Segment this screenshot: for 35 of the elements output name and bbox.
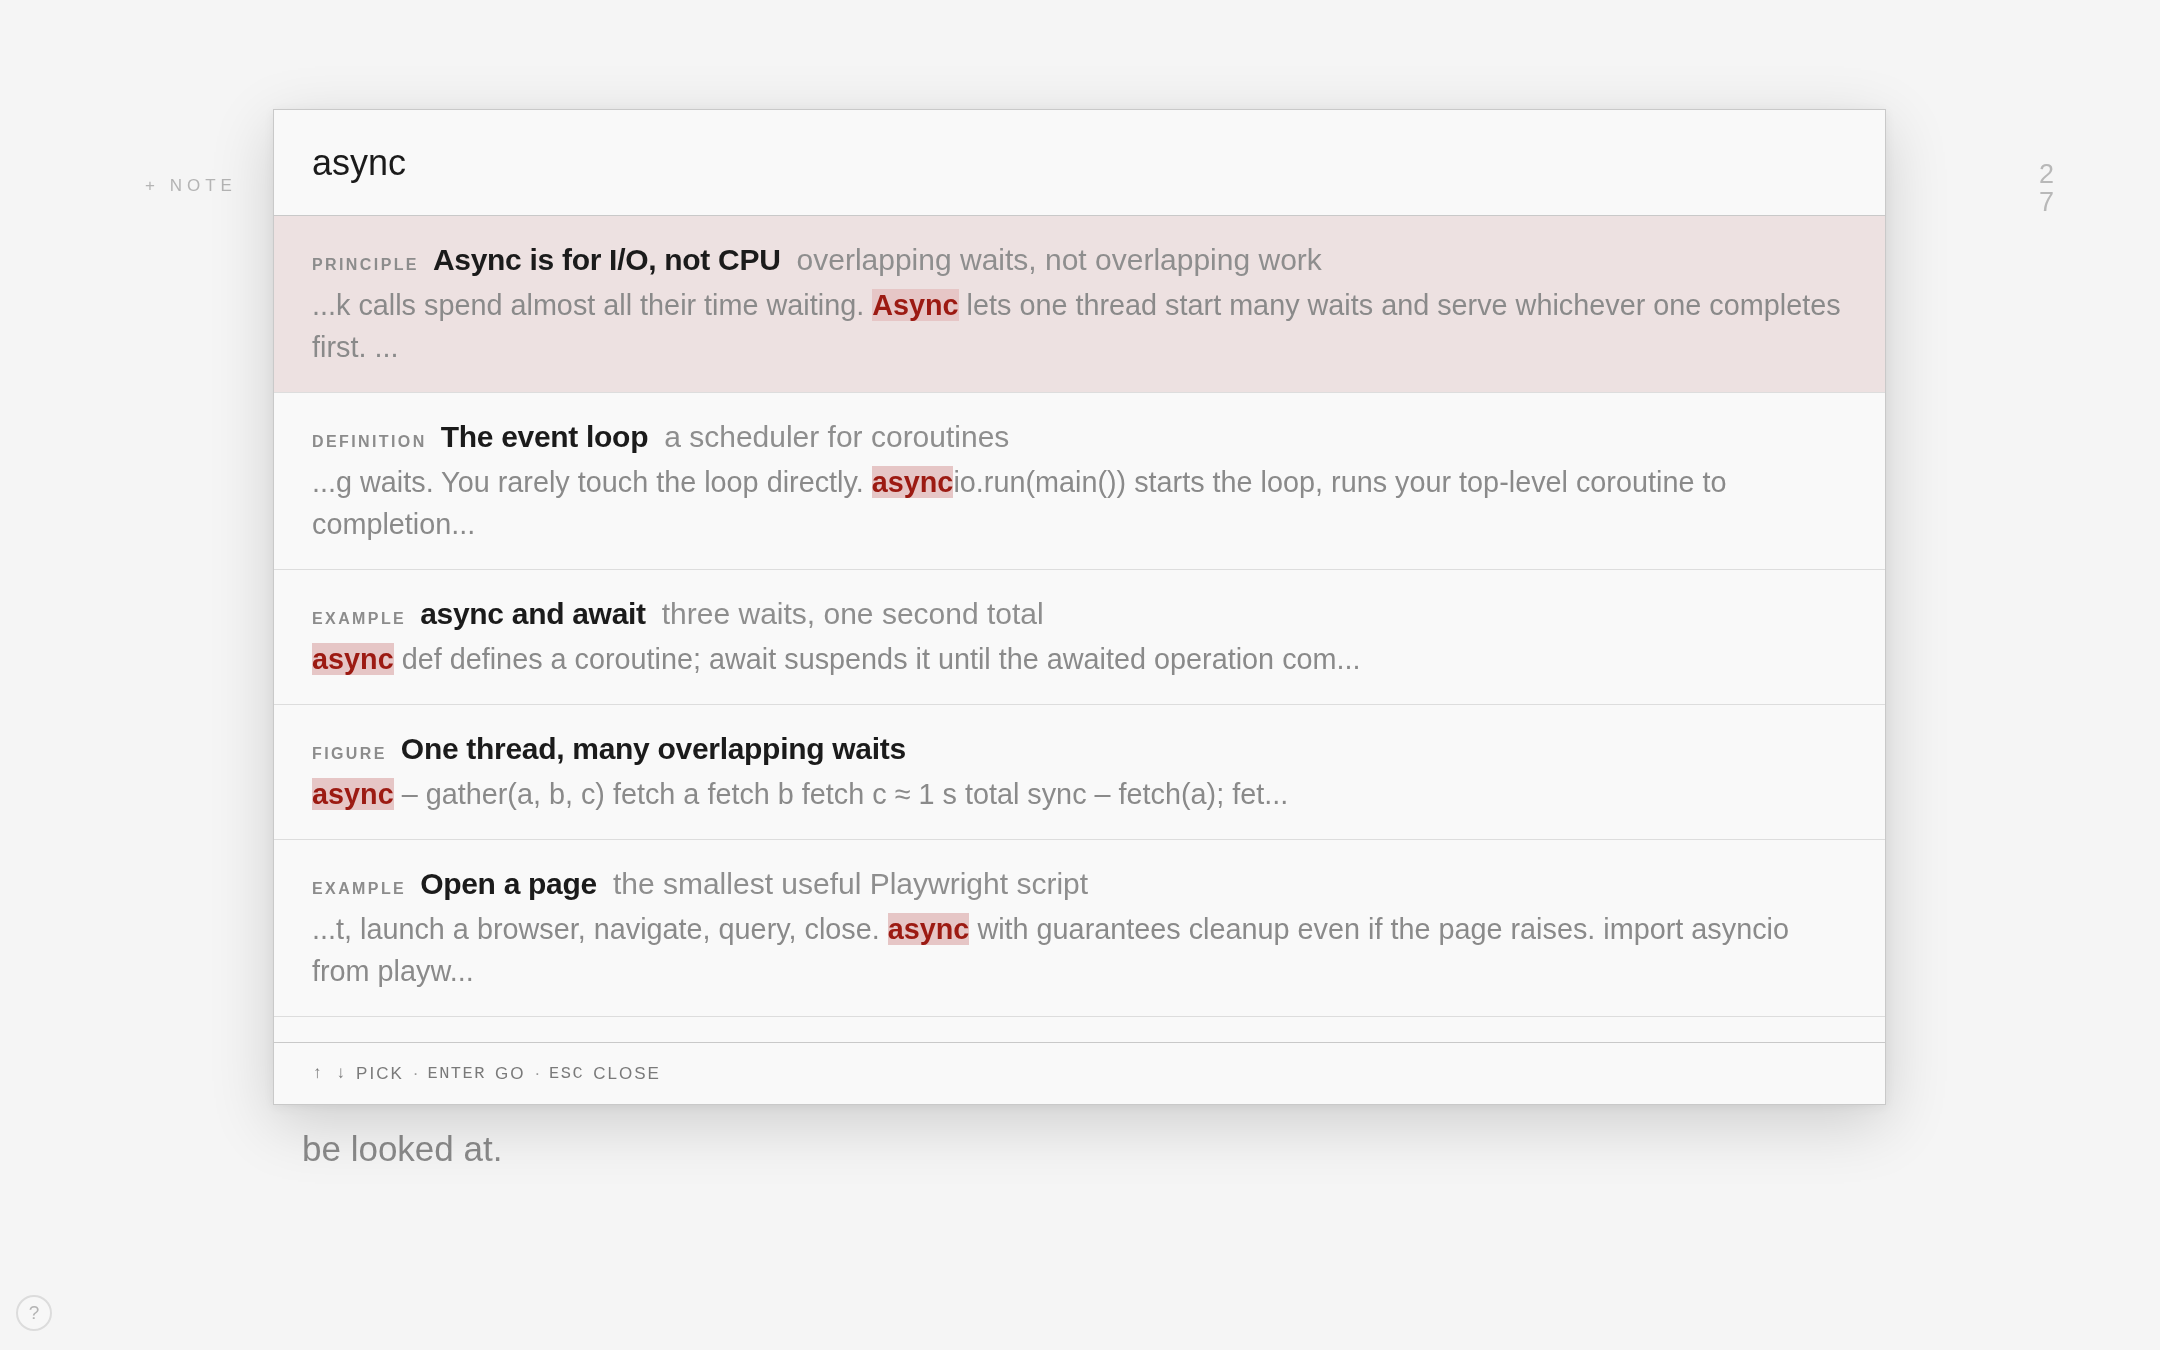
result-subtitle: a scheduler for coroutines	[664, 419, 1010, 455]
paragraph-text: be looked at.	[302, 1128, 504, 1170]
separator: ·	[534, 1063, 541, 1084]
hint-label: GO	[495, 1063, 526, 1084]
key-label: ESC	[549, 1064, 585, 1083]
search-result[interactable]: DEFINITION The event loop a scheduler for coroutines ...g waits. You rarely touch the loop directly. asyncio.run(main()) starts the loop, runs your top-level coroutine to completion...	[274, 393, 1885, 570]
kind-label: PRINCIPLE	[312, 255, 419, 275]
page-number: 27	[2039, 160, 2054, 216]
search-result[interactable]: EXAMPLE async and await three waits, one second total async def defines a coroutine; await suspends it until the awaited operation com...	[274, 570, 1885, 705]
result-snippet: ...g waits. You rarely touch the loop directly. asyncio.run(main()) starts the loop, runs your top-level coroutine to completion...	[312, 465, 1728, 542]
separator: ·	[412, 1063, 419, 1084]
kind-label: FIGURE	[312, 744, 387, 764]
search-result[interactable]	[274, 216, 1885, 393]
result-snippet: async def defines a coroutine; await suspends it until the awaited operation com...	[312, 642, 1362, 677]
search-field[interactable]: async	[274, 110, 1885, 216]
kind-label: DEFINITION	[312, 432, 427, 452]
result-title: The event loop	[440, 419, 649, 455]
result-title: Open a page	[420, 866, 597, 902]
result-subtitle: overlapping waits, not overlapping work	[796, 242, 1322, 278]
key-label: ↑ ↓	[312, 1064, 348, 1083]
result-subtitle: the smallest useful Playwright script	[612, 866, 1089, 902]
result-snippet: ...k calls spend almost all their time waiting. Async lets one thread start many waits and serve whichever one completes first. ...	[312, 288, 1842, 365]
result-title: async and await	[420, 596, 646, 632]
search-result[interactable]: FIGURE One thread, many overlapping waits async – gather(a, b, c) fetch a fetch b fetch c ≈ 1 s total sync – fetch(a); fet...	[274, 705, 1885, 840]
result-title: One thread, many overlapping waits	[400, 731, 906, 767]
kind-label: EXAMPLE	[312, 879, 407, 899]
result-snippet: async – gather(a, b, c) fetch a fetch b fetch c ≈ 1 s total sync – fetch(a); fet...	[312, 777, 1290, 812]
result-snippet: ...t, launch a browser, navigate, query, close. async with guarantees cleanup even if the page raises. import asyncio from playw...	[312, 912, 1790, 989]
search-result[interactable]: EXAMPLE Open a page the smallest useful Playwright script ...t, launch a browser, navigate, query, close. async with guarantees cleanup even if the page raises. import asyncio from playw...	[274, 840, 1885, 1017]
result-title: Async is for I/O, not CPU	[432, 242, 781, 278]
hint-label: CLOSE	[593, 1063, 661, 1084]
kind-label: EXAMPLE	[312, 609, 407, 629]
result-subtitle: three waits, one second total	[661, 596, 1044, 632]
key-label: ENTER	[427, 1064, 486, 1083]
hint-label: PICK	[356, 1063, 404, 1084]
